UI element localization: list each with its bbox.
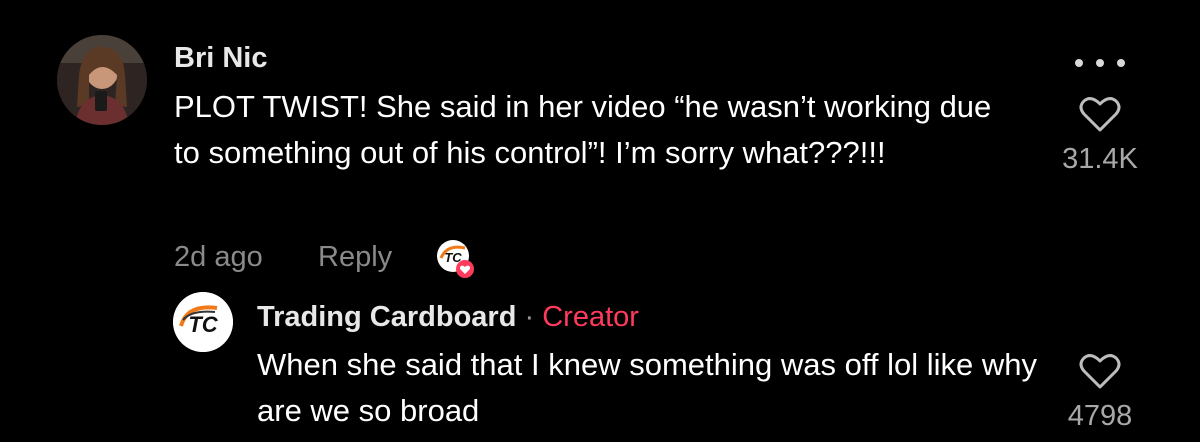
avatar-photo xyxy=(57,35,147,125)
reply-author-row: Trading Cardboard · Creator xyxy=(257,298,639,336)
trading-cardboard-logo: TC xyxy=(173,292,233,352)
more-dot-icon xyxy=(1096,59,1104,67)
like-count: 31.4K xyxy=(1062,143,1138,175)
creator-badge: Creator xyxy=(542,301,639,333)
reply-author-name[interactable]: Trading Cardboard xyxy=(257,301,516,333)
comment-timestamp: 2d ago xyxy=(174,241,263,273)
reply-like-button[interactable] xyxy=(1079,352,1121,390)
reply-button[interactable]: Reply xyxy=(318,238,392,276)
separator-dot: · xyxy=(524,301,535,333)
reply-avatar[interactable]: TC xyxy=(173,292,233,352)
avatar[interactable] xyxy=(57,35,147,125)
creator-liked-icon: TC xyxy=(435,238,477,280)
svg-text:TC: TC xyxy=(188,312,218,337)
comment-text: PLOT TWIST! She said in her video “he wa… xyxy=(174,89,992,170)
heart-outline-icon xyxy=(1079,97,1121,132)
more-dot-icon xyxy=(1117,59,1125,67)
heart-outline-icon xyxy=(1079,354,1121,389)
comment-author-name[interactable]: Bri Nic xyxy=(174,40,267,76)
reply-text: When she said that I knew something was … xyxy=(257,347,1037,428)
like-button[interactable] xyxy=(1079,95,1121,133)
more-options-button[interactable] xyxy=(1075,52,1125,74)
more-dot-icon xyxy=(1075,59,1083,67)
reply-like-count: 4798 xyxy=(1067,400,1133,432)
